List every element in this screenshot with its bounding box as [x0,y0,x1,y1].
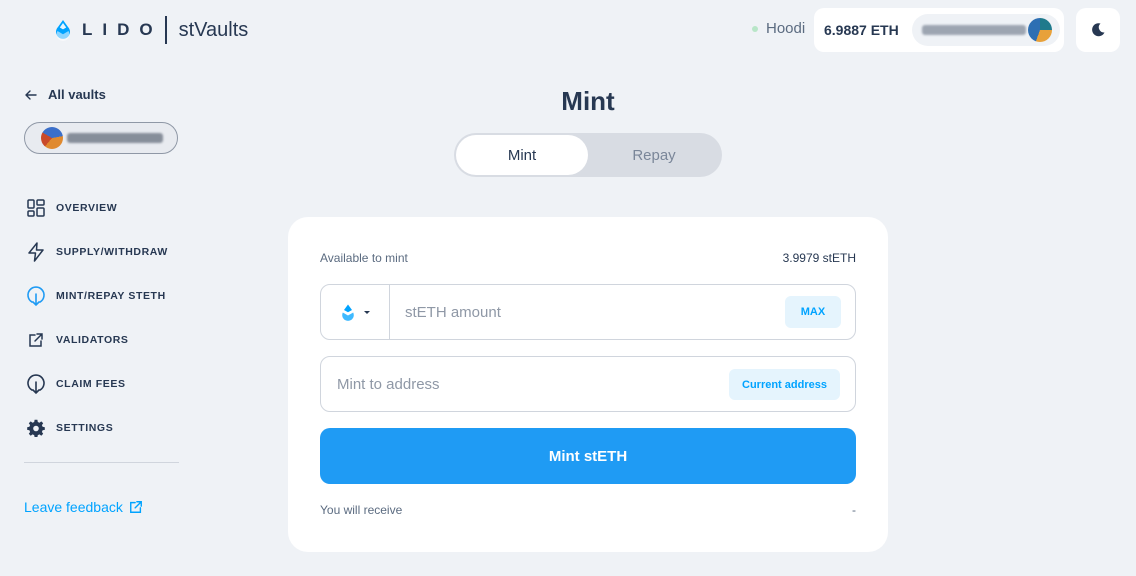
wallet-address-redacted [922,25,1026,35]
wallet-button[interactable]: 6.9887 ETH [814,8,1064,52]
sidebar-item-claim-fees[interactable]: CLAIM FEES [24,362,184,406]
vault-avatar [41,127,63,149]
chevron-down-icon [363,310,370,314]
logo-text: LIDO [82,20,163,39]
current-address-button[interactable]: Current address [729,369,840,400]
external-link-icon [129,501,142,513]
sidebar-item-label: SETTINGS [56,422,114,434]
arrow-left-icon [25,89,37,100]
sidebar-item-label: OVERVIEW [56,202,118,214]
leave-feedback-link[interactable]: Leave feedback [24,499,143,515]
mint-to-address-input[interactable] [337,373,717,395]
grid-icon [24,196,48,220]
sidebar-item-mint-repay[interactable]: MINT/REPAY STETH [24,274,184,318]
sidebar-item-label: CLAIM FEES [56,378,126,390]
sidebar-divider [24,462,179,463]
logo-divider [164,16,167,44]
sidebar-item-label: VALIDATORS [56,334,129,346]
available-to-mint-label: Available to mint [320,251,408,265]
sidebar-item-label: MINT/REPAY STETH [56,290,166,302]
steth-amount-input[interactable] [405,301,765,323]
external-link-icon [24,328,48,352]
header: LIDO stVaults Hoodi 6.9887 ETH [0,0,1136,60]
sidebar-item-supply-withdraw[interactable]: SUPPLY/WITHDRAW [24,230,184,274]
gear-icon [24,416,48,440]
wallet-avatar [1028,18,1052,42]
vault-address-redacted [67,133,163,143]
back-label: All vaults [48,87,106,102]
mint-to-address-field: Current address [320,356,856,412]
mint-repay-tabs: Mint Repay [454,133,722,177]
product-name: stVaults [178,18,249,41]
sidebar-item-label: SUPPLY/WITHDRAW [56,246,168,258]
lido-logo[interactable]: LIDO stVaults [54,16,248,44]
sidebar-item-validators[interactable]: VALIDATORS [24,318,184,362]
sidebar-item-settings[interactable]: SETTINGS [24,406,184,450]
mint-steth-button[interactable]: Mint stETH [320,428,856,484]
network-name: Hoodi [766,20,806,37]
steth-amount-field: MAX [320,284,856,340]
available-to-mint-value: 3.9979 stETH [782,251,856,265]
token-selector[interactable] [321,285,390,339]
wallet-address-pill[interactable] [912,14,1060,46]
moon-icon [1092,23,1105,37]
mint-form-card: Available to mint 3.9979 stETH MAX Curre… [288,217,888,552]
wallet-balance: 6.9887 ETH [824,22,899,38]
theme-toggle-button[interactable] [1076,8,1120,52]
lido-drop-icon [56,20,70,41]
page-title: Mint [561,86,615,116]
feedback-label: Leave feedback [24,499,123,515]
sidebar-nav: OVERVIEW SUPPLY/WITHDRAW MINT/REPAY STET… [24,186,184,450]
tab-mint[interactable]: Mint [456,135,588,175]
tab-repay[interactable]: Repay [588,135,720,175]
vault-selector[interactable] [24,122,178,154]
sidebar-item-overview[interactable]: OVERVIEW [24,186,184,230]
claim-icon [24,372,48,396]
max-button[interactable]: MAX [785,296,841,328]
steth-token-icon [341,304,354,321]
you-will-receive-label: You will receive [320,503,403,517]
network-indicator: Hoodi [752,20,805,37]
back-to-all-vaults-link[interactable]: All vaults [24,87,106,102]
you-will-receive-value: - [852,503,856,517]
mint-icon [24,284,48,308]
lightning-icon [24,240,48,264]
network-status-dot [752,25,758,32]
